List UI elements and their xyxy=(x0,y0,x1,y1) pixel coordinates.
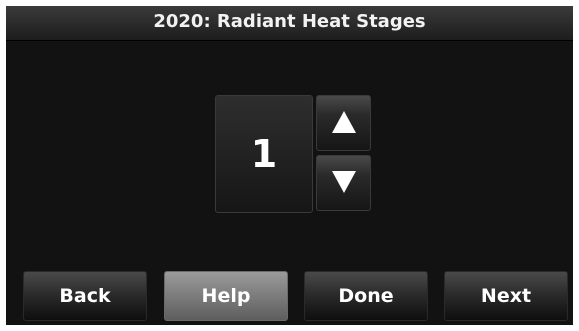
stage-value: 1 xyxy=(250,132,278,176)
increase-button[interactable] xyxy=(316,95,371,151)
thermostat-screen: 2020: Radiant Heat Stages 1 Back Help Do… xyxy=(6,6,573,325)
decrease-button[interactable] xyxy=(316,155,371,211)
title-bar: 2020: Radiant Heat Stages xyxy=(6,6,573,41)
done-button[interactable]: Done xyxy=(304,271,428,321)
page-title: 2020: Radiant Heat Stages xyxy=(153,11,426,32)
value-display: 1 xyxy=(215,95,313,213)
help-button[interactable]: Help xyxy=(164,271,288,321)
arrow-up-icon xyxy=(317,96,370,150)
arrow-down-icon xyxy=(317,156,370,210)
next-button[interactable]: Next xyxy=(444,271,568,321)
back-button[interactable]: Back xyxy=(23,271,147,321)
